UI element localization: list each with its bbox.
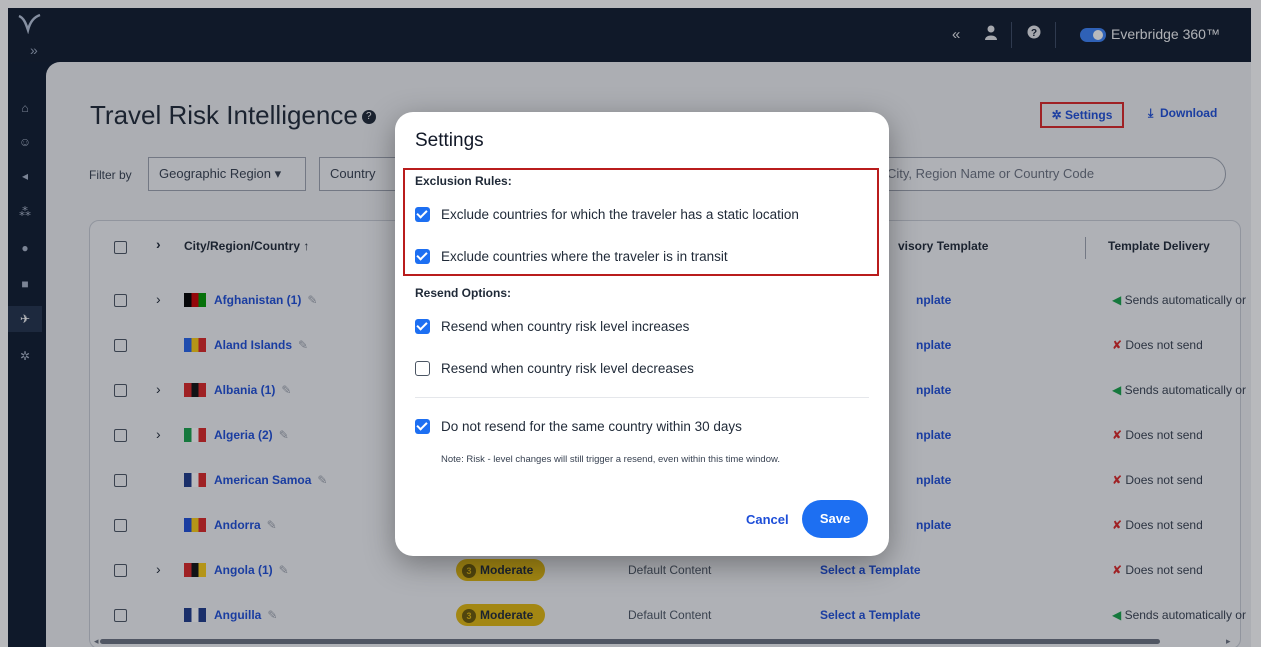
exclusion-rules-heading: Exclusion Rules:: [415, 174, 512, 188]
no-resend-window-checkbox[interactable]: [415, 419, 430, 434]
resend-note: Note: Risk - level changes will still tr…: [441, 454, 780, 465]
save-button[interactable]: Save: [802, 500, 868, 538]
settings-dialog: Settings Exclusion Rules: Exclude countr…: [395, 112, 889, 556]
resend-decrease-label: Resend when country risk level decreases: [441, 361, 694, 376]
resend-decrease-checkbox[interactable]: [415, 361, 430, 376]
no-resend-window-label: Do not resend for the same country withi…: [441, 419, 742, 434]
resend-increase-checkbox[interactable]: [415, 319, 430, 334]
exclude-transit-label: Exclude countries where the traveler is …: [441, 249, 728, 264]
resend-options-heading: Resend Options:: [415, 286, 512, 300]
exclude-static-location-label: Exclude countries for which the traveler…: [441, 207, 799, 222]
dialog-title: Settings: [415, 130, 484, 151]
exclude-static-location-checkbox[interactable]: [415, 207, 430, 222]
exclude-transit-checkbox[interactable]: [415, 249, 430, 264]
resend-increase-label: Resend when country risk level increases: [441, 319, 690, 334]
dialog-divider: [415, 397, 869, 398]
cancel-button[interactable]: Cancel: [746, 512, 789, 527]
